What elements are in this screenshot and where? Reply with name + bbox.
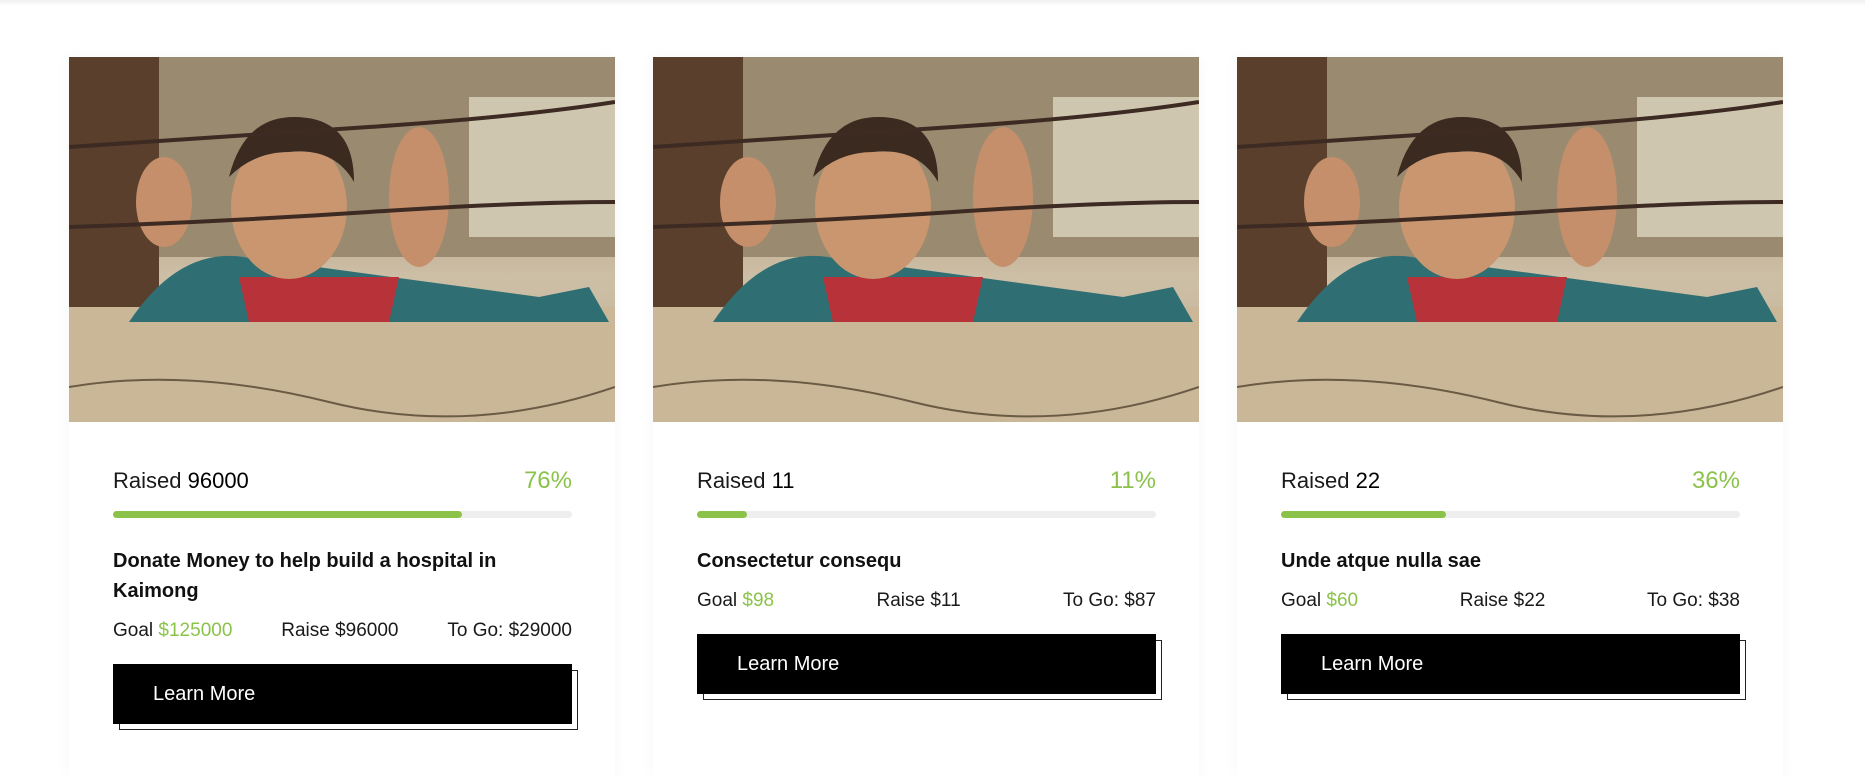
raised-label: Raised 96000 — [113, 468, 249, 493]
progress-fill — [1281, 511, 1447, 518]
goal-value: $98 — [742, 590, 775, 611]
campaign-stats: Goal $125000 Raise $96000 To Go: $29000 — [113, 620, 572, 642]
raised-amount: 11 — [771, 468, 795, 493]
progress-fill — [113, 511, 462, 518]
togo-stat: To Go: $29000 — [447, 620, 572, 641]
header-shadow — [0, 0, 1865, 6]
togo-stat: To Go: $87 — [1063, 590, 1156, 611]
donation-cards-row: Raised 96000 76% Donate Money to help bu… — [69, 57, 1783, 777]
goal-value: $125000 — [158, 620, 233, 641]
campaign-title: Donate Money to help build a hospital in… — [113, 550, 497, 602]
progress-bar — [1281, 511, 1740, 518]
raise-stat: Raise $11 — [876, 590, 961, 611]
campaign-stats: Goal $98 Raise $11 To Go: $87 — [697, 590, 1156, 612]
learn-more-button[interactable]: Learn More — [113, 664, 572, 724]
raised-label: Raised 22 — [1281, 468, 1381, 493]
campaign-title: Consectetur consequ — [697, 550, 902, 572]
raise-stat: Raise $96000 — [281, 620, 399, 641]
goal-stat: Goal $60 — [1281, 590, 1359, 611]
goal-stat: Goal $125000 — [113, 620, 233, 641]
progress-bar — [697, 511, 1156, 518]
campaign-stats: Goal $60 Raise $22 To Go: $38 — [1281, 590, 1740, 612]
campaign-photo — [1237, 57, 1783, 422]
progress-bar — [113, 511, 572, 518]
progress-fill — [697, 511, 748, 518]
donation-card: Raised 96000 76% Donate Money to help bu… — [69, 57, 615, 777]
campaign-title: Unde atque nulla sae — [1281, 550, 1482, 572]
percent-raised: 76% — [523, 467, 572, 494]
raise-stat: Raise $22 — [1459, 590, 1546, 611]
learn-more-button[interactable]: Learn More — [697, 634, 1156, 694]
percent-raised: 11% — [1109, 467, 1156, 494]
campaign-photo — [69, 57, 615, 422]
learn-more-button[interactable]: Learn More — [1281, 634, 1740, 694]
percent-raised: 36% — [1691, 467, 1740, 494]
togo-stat: To Go: $38 — [1647, 590, 1740, 611]
campaign-photo — [653, 57, 1199, 422]
raised-label: Raised 11 — [697, 468, 795, 493]
raised-amount: 96000 — [187, 468, 249, 493]
raised-amount: 22 — [1355, 468, 1381, 493]
goal-stat: Goal $98 — [697, 590, 775, 611]
donation-card: Raised 22 36% Unde atque nulla sae Goal … — [1237, 57, 1783, 777]
goal-value: $60 — [1326, 590, 1359, 611]
donation-card: Raised 11 11% Consectetur consequ Goal $… — [653, 57, 1199, 777]
